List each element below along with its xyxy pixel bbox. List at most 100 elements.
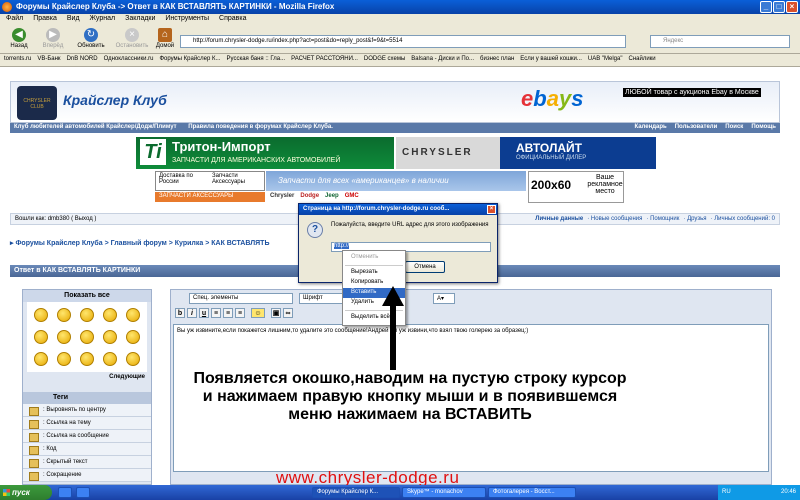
bookmark-item[interactable]: РАСЧЕТ РАССТОЯНИ... <box>291 56 358 64</box>
quicklaunch-icon[interactable] <box>58 487 72 498</box>
show-all-smilies[interactable]: Показать все <box>23 290 151 302</box>
chrysler-avtolait-banner[interactable]: CHRYSLER АВТОЛАЙТ ОФИЦИАЛЬНЫЙ ДИЛЕР <box>396 137 656 169</box>
bookmark-item[interactable]: Форумы Крайслер К... <box>159 56 220 64</box>
nav-search[interactable]: Поиск <box>725 124 743 130</box>
smiley-icon[interactable] <box>103 329 117 344</box>
maximize-icon[interactable]: □ <box>773 1 785 13</box>
bookmark-item[interactable]: torrents.ru <box>4 56 31 64</box>
menu-tools[interactable]: Инструменты <box>165 15 209 25</box>
menu-help[interactable]: Справка <box>219 15 246 25</box>
search-input[interactable]: Яндекс <box>650 35 790 48</box>
minimize-icon[interactable]: _ <box>760 1 772 13</box>
bookmark-item[interactable]: DnB NORD <box>67 56 98 64</box>
bookmark-item[interactable]: Русская баня :: Гла... <box>227 56 286 64</box>
smiley-icon[interactable] <box>57 308 71 323</box>
friends-link[interactable]: · Друзья <box>683 216 706 222</box>
smiley-icon[interactable] <box>80 351 94 366</box>
language-indicator[interactable]: RU <box>722 489 731 495</box>
smiley-button[interactable]: ☺ <box>251 308 265 318</box>
messages-link[interactable]: · Личных сообщений: 0 <box>711 216 775 222</box>
menu-edit[interactable]: Правка <box>33 15 57 25</box>
bold-button[interactable]: b <box>175 308 185 318</box>
dialog-close-icon[interactable]: × <box>487 205 496 214</box>
breadcrumb[interactable]: ▸ Форумы Крайслер Клуба > Главный форум … <box>10 239 270 247</box>
bookmark-item[interactable]: VB-Банк <box>37 56 60 64</box>
smiley-icon[interactable] <box>103 351 117 366</box>
next-smilies[interactable]: Следующие <box>23 372 151 382</box>
back-button[interactable]: ◀ Назад <box>2 28 36 49</box>
close-icon[interactable]: × <box>786 1 798 13</box>
align-right-button[interactable]: ≡ <box>235 308 245 318</box>
smiley-icon[interactable] <box>126 351 140 366</box>
new-posts-link[interactable]: · Новые сообщения <box>587 216 642 222</box>
text-color-button[interactable]: A▾ <box>433 293 455 304</box>
system-tray: RU 20:46 <box>718 485 800 500</box>
ebay-logo[interactable]: ebays <box>521 86 583 112</box>
tag-abbreviation[interactable]: : Сокращение <box>23 469 151 482</box>
clock: 20:46 <box>780 489 796 495</box>
smiley-icon[interactable] <box>34 308 48 323</box>
bookmark-item[interactable]: Balsana - Диски и По... <box>411 56 474 64</box>
tag-topic-link[interactable]: : Ссылка на тему <box>23 417 151 430</box>
brand-logo: Dodge <box>300 193 320 199</box>
underline-button[interactable]: u <box>199 308 209 318</box>
bookmark-item[interactable]: Снайлики <box>628 56 655 64</box>
smiley-icon[interactable] <box>126 308 140 323</box>
nav-users[interactable]: Пользователи <box>675 124 718 130</box>
smiley-icon[interactable] <box>103 308 117 323</box>
rules-link[interactable]: Правила поведения в форумах Крайслер Клу… <box>188 124 333 130</box>
smiley-icon[interactable] <box>57 351 71 366</box>
italic-button[interactable]: i <box>187 308 197 318</box>
align-center-button[interactable]: ≡ <box>223 308 233 318</box>
bookmark-item[interactable]: DODGE схемы <box>364 56 405 64</box>
smiley-icon[interactable] <box>126 329 140 344</box>
tag-hidden-text[interactable]: : Скрытый текст <box>23 456 151 469</box>
smiley-icon[interactable] <box>80 329 94 344</box>
tag-center[interactable]: : Выровнять по центру <box>23 404 151 417</box>
menu-history[interactable]: Журнал <box>90 15 116 25</box>
menu-view[interactable]: Вид <box>67 15 80 25</box>
profile-link[interactable]: Личные данные <box>535 216 583 222</box>
accessories-banner[interactable]: ЗАПЧАСТИ АКСЕССУАРЫ <box>155 192 265 202</box>
special-elements-select[interactable]: Спец. элементы <box>189 293 293 304</box>
windows-logo-icon <box>3 489 10 496</box>
smiley-icon[interactable] <box>34 329 48 344</box>
site-subtitle[interactable]: Клуб любителей автомобилей Крайслер/Додж… <box>14 124 177 130</box>
align-left-button[interactable]: ≡ <box>211 308 221 318</box>
menu-bookmarks[interactable]: Закладки <box>125 15 155 25</box>
url-bar[interactable]: http://forum.chrysler-dodge.ru/index.php… <box>180 35 626 48</box>
quicklaunch-icon[interactable] <box>76 487 90 498</box>
delivery-banner[interactable]: Доставка по России Запчасти Аксессуары <box>155 171 265 191</box>
bookmark-item[interactable]: Одноклассники.ru <box>104 56 154 64</box>
ebay-ad-text[interactable]: ЛЮБОЙ товар с аукциона Ebay в Москве <box>623 88 761 97</box>
taskbar-firefox[interactable]: Форумы Крайслер К... <box>312 487 400 498</box>
link-button[interactable]: ∞ <box>283 308 293 318</box>
smiley-icon[interactable] <box>80 308 94 323</box>
menu-file[interactable]: Файл <box>6 15 23 25</box>
smiley-icon[interactable] <box>57 329 71 344</box>
assistant-link[interactable]: · Помощник <box>646 216 679 222</box>
nav-calendar[interactable]: Календарь <box>634 124 666 130</box>
bookmark-item[interactable]: бизнес план <box>480 56 514 64</box>
home-button[interactable]: ⌂ Домой <box>148 28 182 49</box>
reload-button[interactable]: ↻ Обновить <box>74 28 108 49</box>
taskbar-gallery[interactable]: Фотогалерея - Восст... <box>488 487 576 498</box>
triton-import-banner[interactable]: Ti Тритон-Импорт ЗАПЧАСТИ ДЛЯ АМЕРИКАНСК… <box>136 137 394 169</box>
bookmark-item[interactable]: Если у вашей кошки... <box>520 56 582 64</box>
ctx-undo[interactable]: Отменить <box>343 253 405 263</box>
ctx-cut[interactable]: Вырезать <box>343 268 405 278</box>
brand-logo: GMC <box>344 193 359 199</box>
bookmark-item[interactable]: UAB "Melga" <box>588 56 623 64</box>
taskbar-skype[interactable]: Skype™ - monachov <box>402 487 486 498</box>
ad-placeholder-banner[interactable]: 200x60 Ваше рекламное место <box>528 171 624 203</box>
nav-help[interactable]: Помощь <box>751 124 776 130</box>
triton-logo: Ti <box>140 139 166 165</box>
cancel-button[interactable]: Отмена <box>405 261 445 273</box>
american-parts-banner[interactable]: Запчасти для всех «американцев» в наличи… <box>266 171 526 191</box>
forward-button[interactable]: ▶ Вперёд <box>36 28 70 49</box>
image-button[interactable]: ▣ <box>271 308 281 318</box>
smiley-icon[interactable] <box>34 351 48 366</box>
start-button[interactable]: пуск <box>0 485 52 500</box>
tag-code[interactable]: : Код <box>23 443 151 456</box>
tag-post-link[interactable]: : Ссылка на сообщение <box>23 430 151 443</box>
